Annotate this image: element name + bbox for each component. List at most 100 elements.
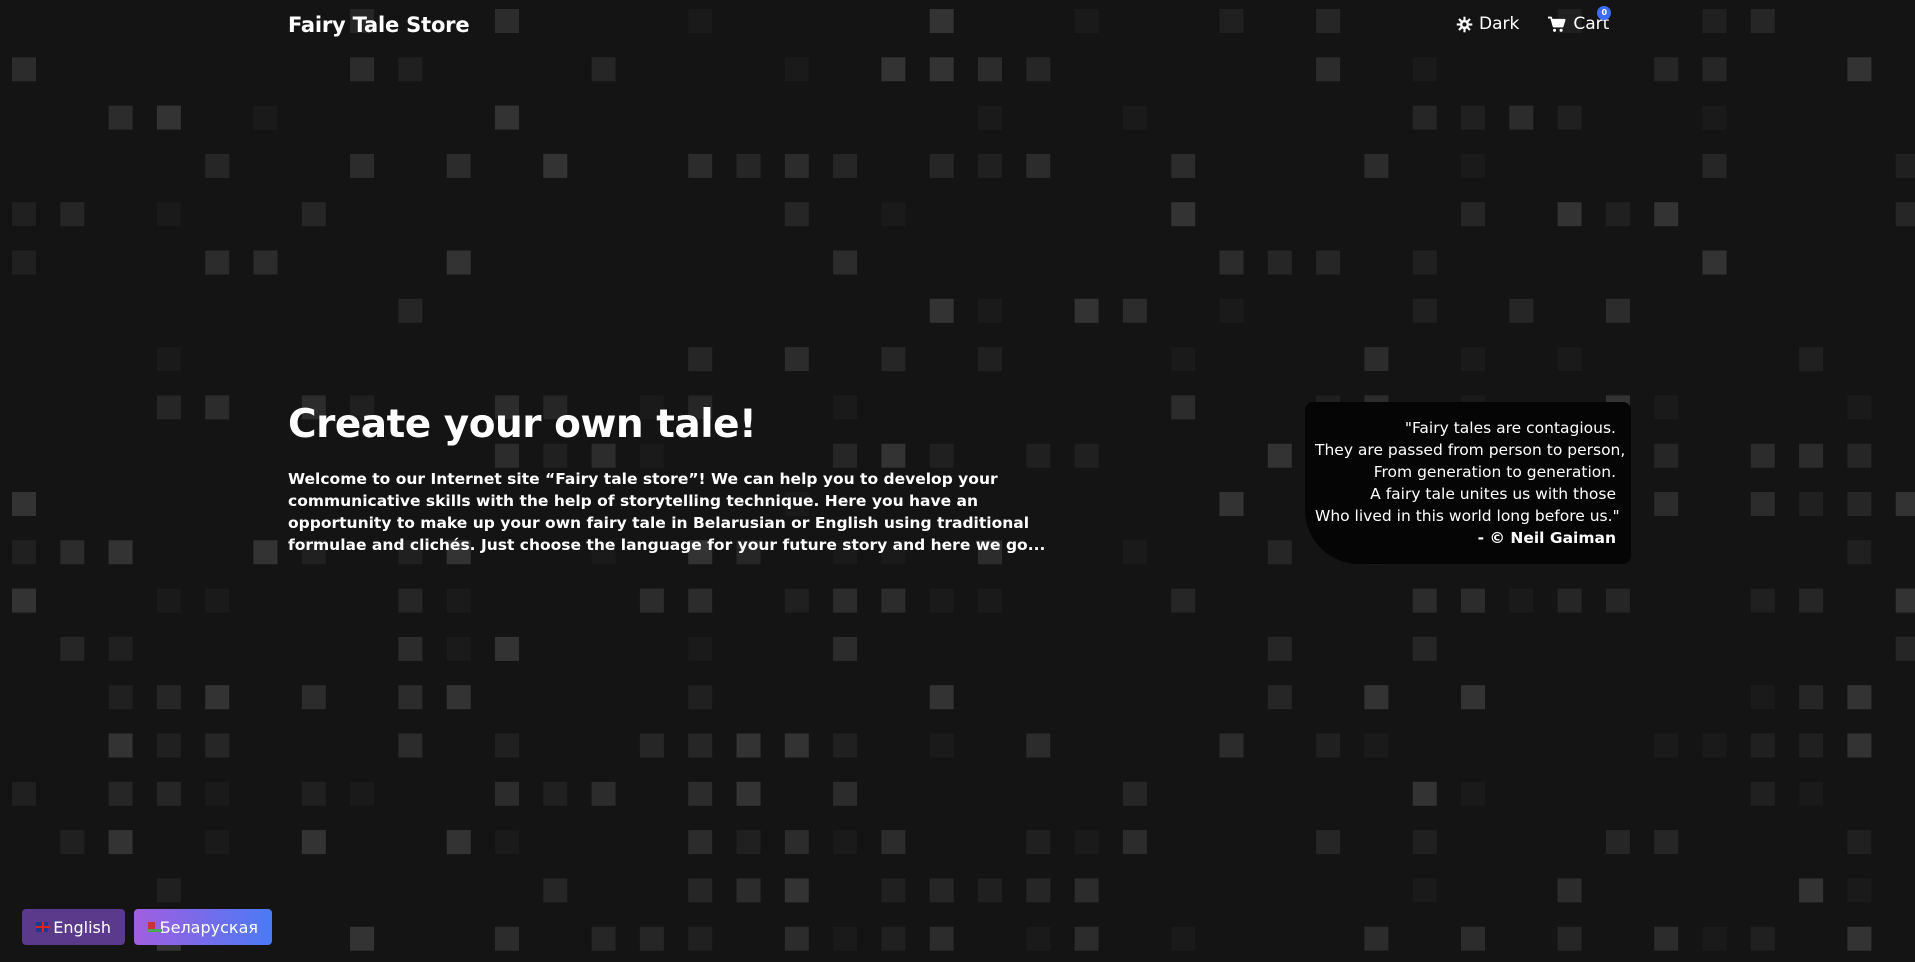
background-tile: [1219, 492, 1244, 516]
background-tile: [156, 202, 181, 227]
background-tile: [12, 492, 36, 516]
background-tile: [1461, 105, 1485, 130]
background-tile: [639, 588, 664, 613]
background-tile: [205, 685, 230, 710]
background-tile: [1799, 588, 1824, 613]
background-tile: [1750, 443, 1775, 468]
background-tile: [1412, 588, 1437, 613]
background-tile: [12, 250, 36, 275]
background-tile: [978, 105, 1002, 130]
english-language-button[interactable]: English: [22, 909, 125, 945]
background-tile: [495, 636, 519, 661]
background-tile: [156, 347, 181, 372]
background-tile: [398, 685, 423, 710]
background-tile: [1605, 588, 1630, 613]
background-tile: [1702, 733, 1727, 758]
quote-card: "Fairy tales are contagious. They are pa…: [1305, 402, 1631, 564]
background-tile: [736, 878, 761, 903]
background-tile: [446, 153, 471, 178]
background-tile: [301, 781, 326, 806]
background-tile: [350, 781, 375, 806]
background-tile: [1074, 830, 1099, 855]
background-tile: [688, 781, 713, 806]
background-tile: [1026, 878, 1051, 903]
cart-button[interactable]: Cart 0: [1547, 6, 1612, 34]
background-tile: [591, 926, 616, 951]
background-tile: [833, 926, 858, 951]
background-tile: [929, 685, 954, 710]
background-tile: [688, 926, 713, 951]
background-tile: [301, 685, 326, 710]
background-tile: [784, 202, 809, 227]
hero-description: Welcome to our Internet site “Fairy tale…: [288, 469, 1046, 554]
background-tile: [929, 926, 954, 951]
background-tile: [495, 926, 519, 951]
background-tile: [12, 540, 36, 565]
background-tile: [929, 588, 954, 613]
background-tile: [1461, 202, 1485, 227]
background-tile: [1219, 298, 1244, 323]
background-tile: [446, 588, 471, 613]
background-tile: [108, 105, 133, 130]
background-tile: [1122, 540, 1147, 565]
background-tile: [156, 395, 181, 420]
background-tile: [978, 878, 1002, 903]
brand-logo[interactable]: Fairy Tale Store: [288, 13, 470, 37]
background-tile: [1750, 781, 1775, 806]
background-tile: [1461, 588, 1485, 613]
background-tile: [1461, 153, 1485, 178]
background-tile: [736, 830, 761, 855]
background-tile: [1654, 492, 1679, 516]
background-tile: [253, 105, 278, 130]
background-tile: [688, 347, 713, 372]
background-tile: [591, 781, 616, 806]
belarusian-language-button[interactable]: Беларуская: [134, 909, 272, 945]
quote-line: "Fairy tales are contagious.: [1404, 419, 1616, 437]
navbar: Fairy Tale Store Dark Cart 0: [0, 0, 1915, 54]
language-switcher: English Беларуская: [22, 909, 272, 945]
background-tile: [929, 878, 954, 903]
background-tile: [1847, 878, 1872, 903]
background-tile: [1074, 298, 1099, 323]
background-tile: [1122, 298, 1147, 323]
background-tile: [688, 878, 713, 903]
background-tile: [833, 250, 858, 275]
background-tile: [1750, 733, 1775, 758]
background-tile: [688, 153, 713, 178]
background-tile: [1316, 830, 1341, 855]
background-tile: [1799, 492, 1824, 516]
background-tile: [156, 878, 181, 903]
background-tile: [1364, 153, 1389, 178]
hero-section: Create your own tale! Welcome to our Int…: [288, 403, 1078, 556]
background-tile: [1750, 492, 1775, 516]
background-tile: [1316, 250, 1341, 275]
theme-toggle[interactable]: Dark: [1456, 14, 1519, 34]
background-tile: [1122, 781, 1147, 806]
background-tile: [60, 830, 85, 855]
background-tile: [833, 830, 858, 855]
background-tile: [398, 57, 423, 82]
background-tile: [1654, 443, 1679, 468]
background-tile: [688, 636, 713, 661]
background-tile: [833, 153, 858, 178]
background-tile: [639, 733, 664, 758]
background-tile: [881, 57, 906, 82]
background-tile: [1654, 926, 1679, 951]
background-tile: [736, 781, 761, 806]
background-tile: [495, 733, 519, 758]
background-tile: [1799, 347, 1824, 372]
background-tile: [1654, 830, 1679, 855]
background-tile: [543, 153, 568, 178]
background-tile: [205, 395, 230, 420]
background-tile: [1412, 250, 1437, 275]
background-tile: [543, 781, 568, 806]
background-tile: [784, 57, 809, 82]
background-tile: [12, 781, 36, 806]
background-tile: [60, 636, 85, 661]
uk-flag-icon: [36, 922, 51, 932]
background-tile: [1219, 250, 1244, 275]
background-tile: [1122, 105, 1147, 130]
background-tile: [833, 781, 858, 806]
background-tile: [1364, 733, 1389, 758]
background-tile: [1750, 685, 1775, 710]
